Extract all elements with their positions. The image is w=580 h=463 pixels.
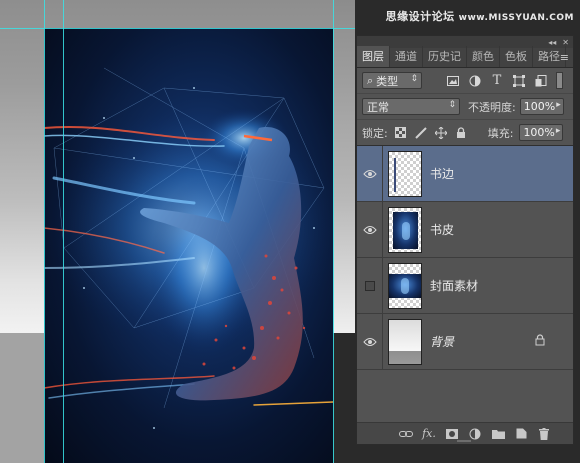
- layer-row-background[interactable]: 背景: [357, 313, 573, 370]
- smart-object-filter-icon[interactable]: [532, 72, 550, 89]
- layer-thumbnail: [388, 206, 422, 253]
- watermark: 思缘设计论坛 www.MISSYUAN.COM: [386, 8, 574, 24]
- fill-dropdown-icon[interactable]: ▸: [556, 126, 561, 136]
- link-icon[interactable]: [399, 427, 413, 441]
- lock-all-icon[interactable]: [454, 126, 468, 140]
- layer-name[interactable]: 书皮: [430, 221, 454, 238]
- layer-name[interactable]: 背景: [430, 333, 454, 350]
- tab-layers[interactable]: 图层: [357, 46, 390, 67]
- guide-horizontal[interactable]: [0, 28, 355, 29]
- layer-name[interactable]: 封面素材: [430, 277, 478, 294]
- layer-thumbnail: [388, 318, 422, 365]
- layer-thumbnail: [388, 150, 422, 197]
- opacity-label: 不透明度:: [468, 100, 516, 114]
- tab-color[interactable]: 颜色: [467, 46, 500, 67]
- shape-filter-icon[interactable]: [510, 72, 528, 89]
- blend-mode-select[interactable]: 正常 ⇕: [362, 98, 460, 115]
- guide-vertical[interactable]: [44, 0, 45, 463]
- lock-image-pixels-icon[interactable]: [414, 126, 428, 140]
- blend-mode-value: 正常: [367, 100, 389, 114]
- watermark-main: 思缘设计论坛: [385, 10, 455, 23]
- fx-icon[interactable]: fx.: [422, 427, 436, 441]
- watermark-site: www.MISSYUAN.COM: [458, 13, 574, 23]
- panel-menu-icon[interactable]: ≡: [560, 51, 569, 64]
- opacity-value: 100%: [523, 100, 556, 113]
- layers-panel-footer: fx.: [357, 422, 573, 444]
- filter-toggle-switch[interactable]: [556, 72, 563, 89]
- layer-name[interactable]: 书边: [430, 165, 454, 182]
- visibility-toggle[interactable]: [357, 145, 383, 202]
- lock-transparent-pixels-icon[interactable]: [394, 126, 408, 140]
- tab-swatches[interactable]: 色板: [500, 46, 533, 67]
- lock-position-icon[interactable]: [434, 126, 448, 140]
- guide-vertical[interactable]: [63, 0, 64, 463]
- fill-input[interactable]: 100% ▸: [519, 124, 564, 141]
- lock-row: 锁定: 填充: 100% ▸: [357, 120, 573, 146]
- folder-icon[interactable]: [491, 427, 505, 441]
- trash-icon[interactable]: [537, 427, 551, 441]
- lock-icon[interactable]: [535, 334, 547, 348]
- fill-value: 100%: [523, 126, 555, 139]
- layer-row-book-edge[interactable]: 书边: [357, 145, 573, 202]
- visibility-toggle[interactable]: [357, 257, 383, 314]
- layers-list: 书边 书皮 封面素材 背景: [357, 145, 573, 416]
- tab-channels[interactable]: 通道: [390, 46, 423, 67]
- filter-kind-select[interactable]: ⌕ 类型 ⇕: [362, 72, 422, 89]
- eye-icon: [362, 169, 377, 178]
- document-artwork[interactable]: [44, 28, 333, 463]
- select-arrows-icon: ⇕: [448, 100, 456, 110]
- new-layer-icon[interactable]: [514, 427, 528, 441]
- eye-icon: [362, 337, 377, 346]
- adjustment-filter-icon[interactable]: [466, 72, 484, 89]
- mask-icon[interactable]: [445, 427, 459, 441]
- layer-filter-row: ⌕ 类型 ⇕ T: [357, 68, 573, 94]
- opacity-input[interactable]: 100% ▸: [519, 98, 564, 115]
- visibility-toggle[interactable]: [357, 313, 383, 370]
- filter-kind-value: 类型: [376, 74, 399, 88]
- fill-label: 填充:: [487, 126, 514, 140]
- select-arrows-icon: ⇕: [410, 74, 418, 84]
- layer-row-book-cover[interactable]: 书皮: [357, 201, 573, 258]
- hidden-visibility-icon: [364, 280, 375, 291]
- search-icon: ⌕: [367, 73, 374, 87]
- image-filter-icon[interactable]: [444, 72, 462, 89]
- type-filter-icon[interactable]: T: [488, 72, 506, 89]
- layer-thumbnail: [388, 262, 422, 309]
- adjustment-icon[interactable]: [468, 427, 482, 441]
- visibility-toggle[interactable]: [357, 201, 383, 258]
- opacity-dropdown-icon[interactable]: ▸: [556, 100, 561, 110]
- pasteboard-right-strip: [333, 0, 355, 333]
- guide-vertical[interactable]: [333, 0, 334, 463]
- eye-icon: [362, 225, 377, 234]
- panel-resize-grip[interactable]: [457, 440, 471, 442]
- lock-label: 锁定:: [362, 126, 388, 140]
- layer-row-cover-material[interactable]: 封面素材: [357, 257, 573, 314]
- figure-artwork-graphic: [44, 67, 333, 429]
- panel-tabs: 图层 通道 历史记 颜色 色板 路径 ≡: [357, 46, 573, 68]
- layers-panel: ◂◂ ✕ 图层 通道 历史记 颜色 色板 路径 ≡ ⌕ 类型 ⇕ T 正常 ⇕ …: [356, 35, 574, 445]
- tab-history[interactable]: 历史记: [423, 46, 467, 67]
- blend-row: 正常 ⇕ 不透明度: 100% ▸: [357, 94, 573, 120]
